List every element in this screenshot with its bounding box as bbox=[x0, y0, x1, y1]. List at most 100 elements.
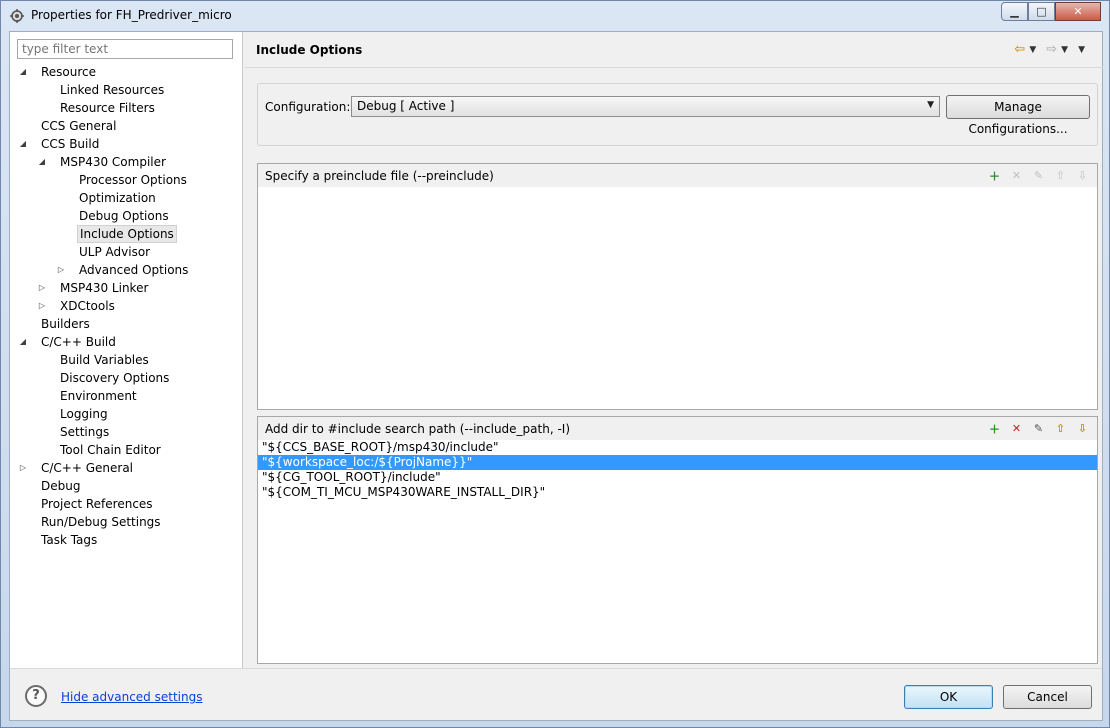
tree-item-label: CCS Build bbox=[41, 137, 100, 151]
back-arrow-icon[interactable]: ⇦ bbox=[1014, 42, 1025, 57]
tree-item[interactable]: Project References bbox=[10, 495, 242, 513]
cancel-button[interactable]: Cancel bbox=[1003, 685, 1092, 709]
tree-item-label: Logging bbox=[60, 407, 108, 421]
edit-icon[interactable]: ✎ bbox=[1030, 420, 1047, 437]
tree-item-label: Processor Options bbox=[79, 173, 187, 187]
tree-item[interactable]: Discovery Options bbox=[10, 369, 242, 387]
tree-item[interactable]: Linked Resources bbox=[10, 81, 242, 99]
tree-item[interactable]: Settings bbox=[10, 423, 242, 441]
ok-button[interactable]: OK bbox=[904, 685, 993, 709]
manage-configurations-button[interactable]: Manage Configurations... bbox=[946, 95, 1090, 136]
chevron-down-icon: ▼ bbox=[927, 100, 934, 110]
tree-item[interactable]: ▷ MSP430 Linker bbox=[10, 279, 242, 297]
page-content: Include Options ⇦ ▼ ⇨ ▼ ▼ Configuration:… bbox=[245, 32, 1103, 668]
tree-item[interactable]: ▷ Advanced Options bbox=[10, 261, 242, 279]
tree-item[interactable]: ◢ Resource bbox=[10, 63, 242, 81]
tree-item[interactable]: ▷ C/C++ General bbox=[10, 459, 242, 477]
tree-item[interactable]: Builders bbox=[10, 315, 242, 333]
window-controls: ▁ □ ✕ bbox=[1001, 2, 1101, 21]
tree-item-label: Settings bbox=[60, 425, 110, 439]
properties-window: Properties for FH_Predriver_micro ▁ □ ✕ … bbox=[0, 0, 1110, 728]
preinclude-toolbar: ＋ ✕ ✎ ⇧ ⇩ bbox=[986, 167, 1091, 184]
maximize-button[interactable]: □ bbox=[1028, 2, 1055, 21]
tree-item-label: MSP430 Linker bbox=[60, 281, 149, 295]
page-header: Include Options ⇦ ▼ ⇨ ▼ ▼ bbox=[245, 32, 1103, 68]
tree-item[interactable]: ◢ C/C++ Build bbox=[10, 333, 242, 351]
title-bar[interactable]: Properties for FH_Predriver_micro ▁ □ ✕ bbox=[1, 1, 1109, 31]
back-history-dropdown-icon[interactable]: ▼ bbox=[1029, 45, 1036, 55]
delete-icon[interactable]: ✕ bbox=[1008, 420, 1025, 437]
tree-item[interactable]: ▷ XDCtools bbox=[10, 297, 242, 315]
view-menu-icon[interactable]: ▼ bbox=[1078, 45, 1085, 55]
tree-item-label: Optimization bbox=[79, 191, 156, 205]
collapsed-twisty-icon[interactable]: ▷ bbox=[18, 459, 28, 477]
include-path-title: Add dir to #include search path (--inclu… bbox=[265, 422, 571, 436]
add-icon[interactable]: ＋ bbox=[986, 420, 1003, 437]
edit-icon[interactable]: ✎ bbox=[1030, 167, 1047, 184]
collapsed-twisty-icon[interactable]: ▷ bbox=[56, 261, 66, 279]
tree-item[interactable]: Task Tags bbox=[10, 531, 242, 549]
collapsed-twisty-icon[interactable]: ▷ bbox=[37, 279, 47, 297]
preinclude-header: Specify a preinclude file (--preinclude)… bbox=[258, 164, 1097, 187]
tree-item[interactable]: Optimization bbox=[10, 189, 242, 207]
tree-item-label: Discovery Options bbox=[60, 371, 170, 385]
tree-item[interactable]: Logging bbox=[10, 405, 242, 423]
expanded-twisty-icon[interactable]: ◢ bbox=[18, 333, 28, 351]
tree-item[interactable]: Debug Options bbox=[10, 207, 242, 225]
tree-item-label: CCS General bbox=[41, 119, 117, 133]
close-button[interactable]: ✕ bbox=[1055, 2, 1101, 21]
dialog-footer: ? Hide advanced settings OK Cancel bbox=[10, 668, 1102, 720]
expanded-twisty-icon[interactable]: ◢ bbox=[37, 153, 47, 171]
help-icon[interactable]: ? bbox=[25, 685, 47, 707]
tree-item-label: Environment bbox=[60, 389, 137, 403]
tree-item[interactable]: ◢ MSP430 Compiler bbox=[10, 153, 242, 171]
move-up-icon[interactable]: ⇧ bbox=[1052, 420, 1069, 437]
minimize-button[interactable]: ▁ bbox=[1001, 2, 1028, 21]
collapsed-twisty-icon[interactable]: ▷ bbox=[37, 297, 47, 315]
include-path-item[interactable]: "${CG_TOOL_ROOT}/include" bbox=[258, 470, 1097, 485]
page-title: Include Options bbox=[256, 43, 363, 57]
navigation-panel: ◢ Resource Linked Resources Resource Filter… bbox=[10, 32, 243, 668]
include-path-item[interactable]: "${workspace_loc:/${ProjName}}" bbox=[258, 455, 1097, 470]
expanded-twisty-icon[interactable]: ◢ bbox=[18, 135, 28, 153]
filter-input[interactable] bbox=[17, 39, 233, 59]
tree-item[interactable]: Processor Options bbox=[10, 171, 242, 189]
add-icon[interactable]: ＋ bbox=[986, 167, 1003, 184]
forward-arrow-icon[interactable]: ⇨ bbox=[1046, 42, 1057, 57]
tree-item[interactable]: CCS General bbox=[10, 117, 242, 135]
tree-item-label: C/C++ General bbox=[41, 461, 134, 475]
app-gear-icon bbox=[10, 9, 24, 23]
tree-item[interactable]: Resource Filters bbox=[10, 99, 242, 117]
include-path-toolbar: ＋ ✕ ✎ ⇧ ⇩ bbox=[986, 420, 1091, 437]
tree-item-label: Include Options bbox=[77, 225, 177, 243]
forward-history-dropdown-icon[interactable]: ▼ bbox=[1061, 45, 1068, 55]
configuration-select[interactable]: Debug [ Active ] ▼ bbox=[351, 96, 940, 117]
tree-item[interactable]: Run/Debug Settings bbox=[10, 513, 242, 531]
hide-advanced-settings-link[interactable]: Hide advanced settings bbox=[61, 690, 202, 704]
move-down-icon[interactable]: ⇩ bbox=[1074, 167, 1091, 184]
include-path-item[interactable]: "${COM_TI_MCU_MSP430WARE_INSTALL_DIR}" bbox=[258, 485, 1097, 500]
window-title: Properties for FH_Predriver_micro bbox=[31, 8, 232, 22]
configuration-group: Configuration: Debug [ Active ] ▼ Manage… bbox=[257, 83, 1098, 146]
expanded-twisty-icon[interactable]: ◢ bbox=[18, 63, 28, 81]
tree-item-label: ULP Advisor bbox=[79, 245, 151, 259]
tree-item[interactable]: Include Options bbox=[10, 225, 242, 243]
tree-item[interactable]: ◢ CCS Build bbox=[10, 135, 242, 153]
tree-item[interactable]: Debug bbox=[10, 477, 242, 495]
tree-item-label: Builders bbox=[41, 317, 90, 331]
tree-item-label: Run/Debug Settings bbox=[41, 515, 161, 529]
configuration-value: Debug [ Active ] bbox=[357, 99, 455, 113]
tree-item[interactable]: Build Variables bbox=[10, 351, 242, 369]
tree-item[interactable]: Tool Chain Editor bbox=[10, 441, 242, 459]
tree-item[interactable]: ULP Advisor bbox=[10, 243, 242, 261]
include-path-list[interactable]: "${CCS_BASE_ROOT}/msp430/include" "${work… bbox=[258, 440, 1097, 500]
move-up-icon[interactable]: ⇧ bbox=[1052, 167, 1069, 184]
tree-item-label: Linked Resources bbox=[60, 83, 165, 97]
delete-icon[interactable]: ✕ bbox=[1008, 167, 1025, 184]
tree-item-label: Task Tags bbox=[41, 533, 98, 547]
tree-item-label: Debug Options bbox=[79, 209, 169, 223]
tree-item[interactable]: Environment bbox=[10, 387, 242, 405]
dialog-client: ◢ Resource Linked Resources Resource Filter… bbox=[9, 31, 1103, 721]
include-path-item[interactable]: "${CCS_BASE_ROOT}/msp430/include" bbox=[258, 440, 1097, 455]
move-down-icon[interactable]: ⇩ bbox=[1074, 420, 1091, 437]
